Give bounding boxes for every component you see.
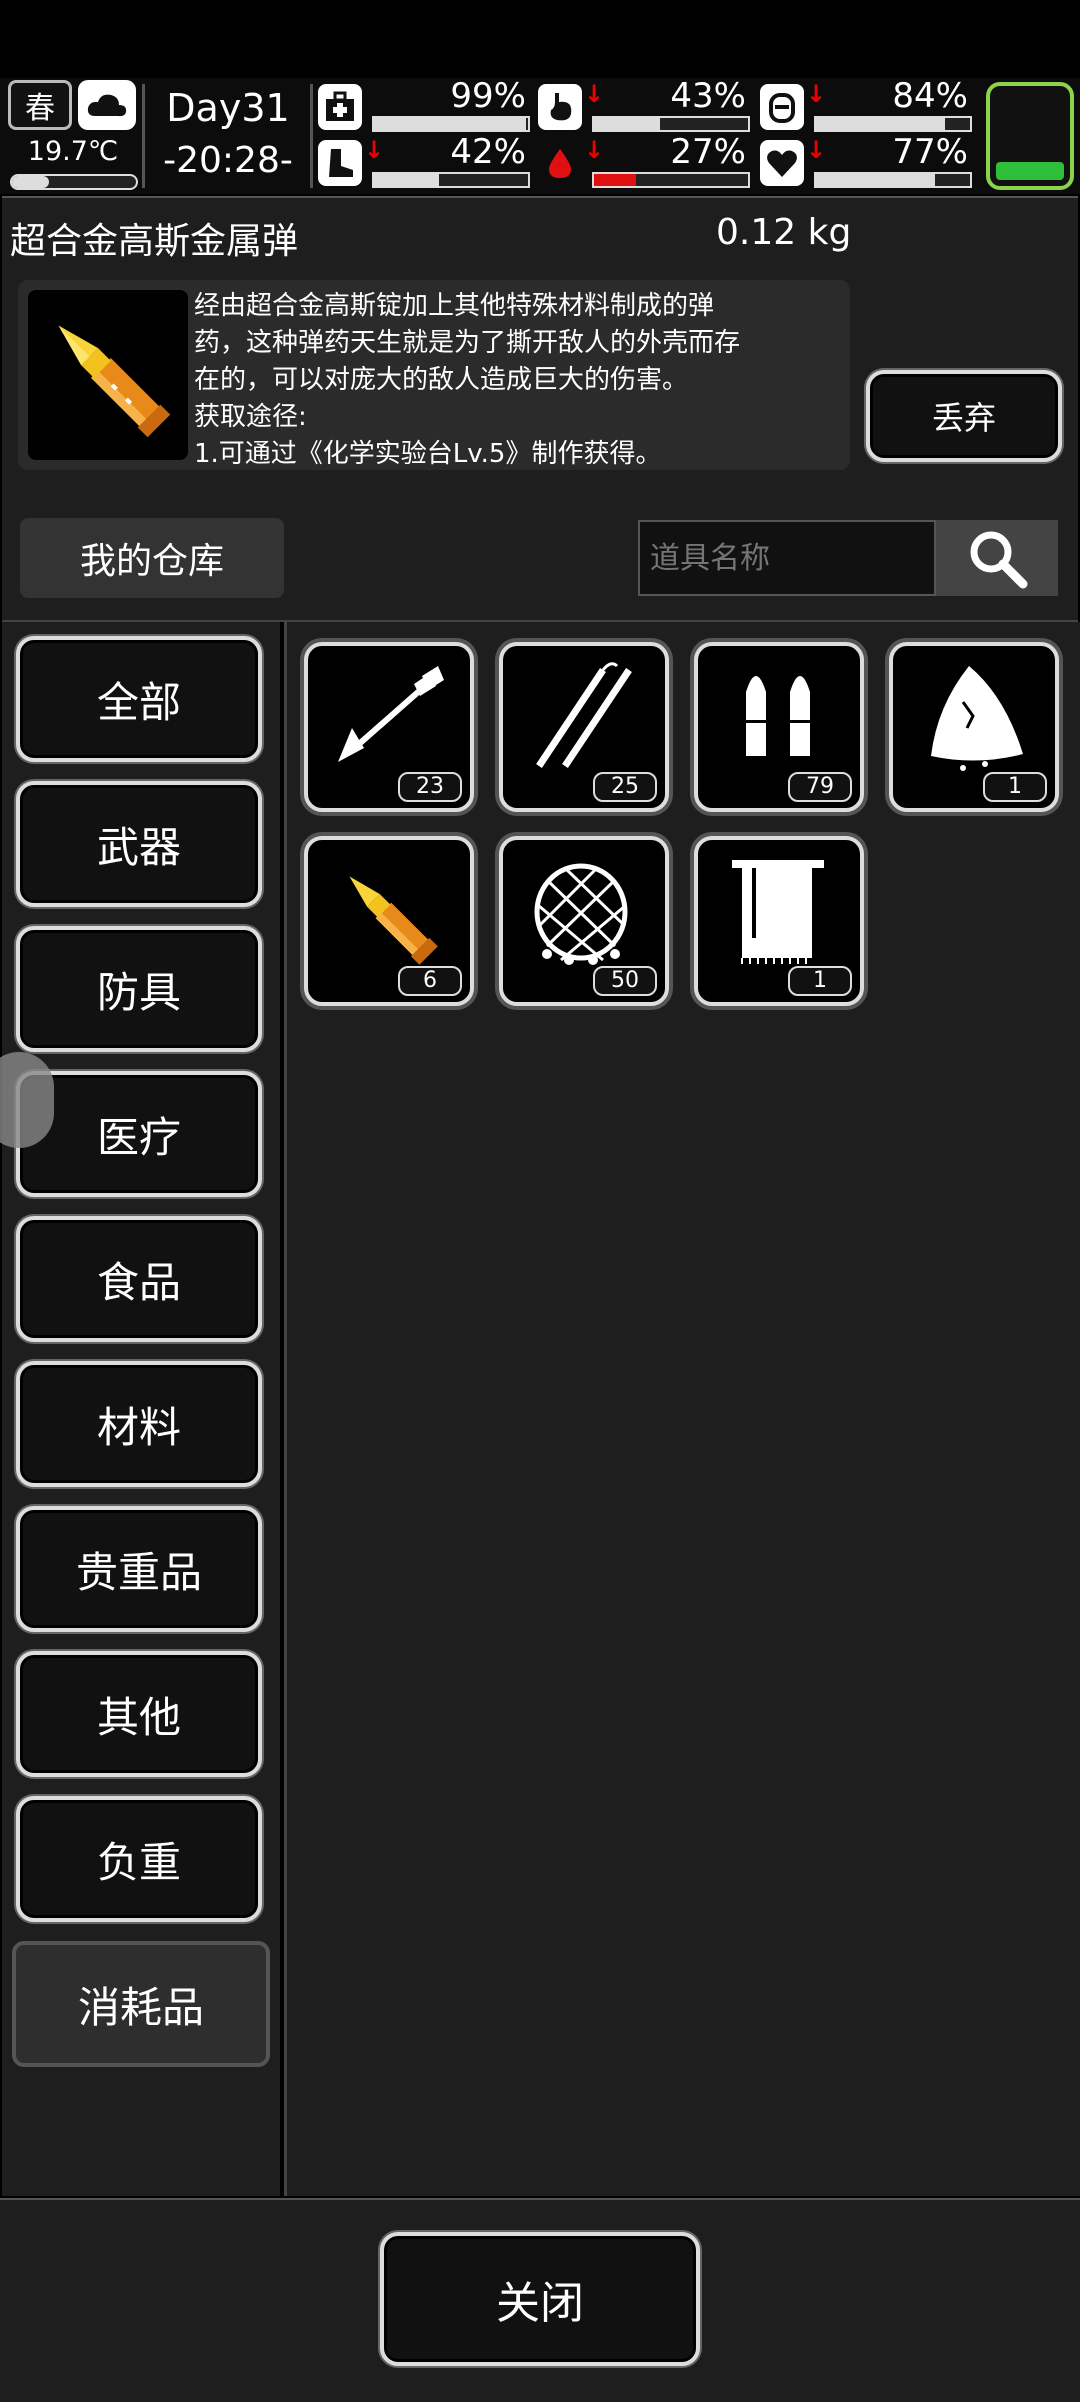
weather-cloud-icon xyxy=(78,80,136,130)
item-count: 25 xyxy=(593,772,657,802)
category-label: 武器 xyxy=(96,822,181,872)
stat-stamina: ↓ 42% xyxy=(318,132,534,190)
item-count: 1 xyxy=(788,966,852,996)
decrease-arrow-icon: ↓ xyxy=(584,80,605,108)
temperature-bar xyxy=(10,174,138,190)
temperature-label: 19.7℃ xyxy=(27,136,119,167)
stat-blood: ↓ 27% xyxy=(538,132,754,190)
category-label: 防具 xyxy=(96,967,181,1017)
close-button[interactable]: 关闭 xyxy=(380,2232,700,2366)
battery-indicator[interactable] xyxy=(986,82,1074,190)
decrease-arrow-icon: ↓ xyxy=(806,80,827,108)
close-label: 关闭 xyxy=(496,2278,584,2329)
stat-hunger: ↓ 43% xyxy=(538,76,754,134)
inventory-slot[interactable]: 79 xyxy=(694,642,864,812)
stat-health: 99% xyxy=(318,76,534,134)
heart-icon xyxy=(760,140,804,186)
stat-mood: ↓ 77% xyxy=(760,132,976,190)
stat-bar-fill xyxy=(594,118,661,130)
search-button[interactable] xyxy=(936,520,1058,596)
item-description: 经由超合金高斯锭加上其他特殊材料制成的弹 药，这种弹药天生就是为了撕开敌人的外壳… xyxy=(194,291,741,469)
stat-bar-fill xyxy=(374,174,439,186)
temperature-bar-fill xyxy=(12,176,50,188)
stat-value: 42% xyxy=(450,132,526,172)
category-tab[interactable]: 其他 xyxy=(16,1651,262,1777)
stat-bar-fill xyxy=(374,118,527,130)
category-tab[interactable]: 武器 xyxy=(16,781,262,907)
stat-bar xyxy=(814,172,972,188)
category-tab[interactable]: 材料 xyxy=(16,1361,262,1487)
decrease-arrow-icon: ↓ xyxy=(584,136,605,164)
category-label: 全部 xyxy=(96,677,181,727)
discard-button[interactable]: 丢弃 xyxy=(866,370,1062,462)
stat-water: ↓ 84% xyxy=(760,76,976,134)
item-count: 23 xyxy=(398,772,462,802)
stat-value: 43% xyxy=(670,76,746,116)
stat-value: 99% xyxy=(450,76,526,116)
stat-bar xyxy=(592,116,750,132)
category-tab[interactable]: 食品 xyxy=(16,1216,262,1342)
category-label: 贵重品 xyxy=(75,1547,202,1597)
medkit-icon xyxy=(318,84,362,130)
category-label: 负重 xyxy=(96,1837,181,1887)
item-count: 6 xyxy=(398,966,462,996)
decrease-arrow-icon: ↓ xyxy=(806,136,827,164)
category-tab[interactable]: 贵重品 xyxy=(16,1506,262,1632)
category-label: 其他 xyxy=(96,1692,181,1742)
inventory-slot[interactable]: 1 xyxy=(694,836,864,1006)
item-name: 超合金高斯金属弹 xyxy=(10,221,299,262)
divider xyxy=(310,84,313,188)
stat-bar-fill xyxy=(594,174,636,186)
floating-assist-button[interactable] xyxy=(0,1052,54,1148)
discard-label: 丢弃 xyxy=(931,399,996,437)
category-label: 医疗 xyxy=(96,1112,181,1162)
inventory-slot[interactable]: 23 xyxy=(304,642,474,812)
stat-value: 27% xyxy=(670,132,746,172)
item-count: 50 xyxy=(593,966,657,996)
stat-bar xyxy=(592,172,750,188)
stat-bar xyxy=(372,116,530,132)
inventory-slot[interactable]: 6 xyxy=(304,836,474,1006)
season-badge: 春 xyxy=(8,80,72,130)
stomach-icon xyxy=(538,84,582,130)
decrease-arrow-icon: ↓ xyxy=(364,136,385,164)
boot-icon xyxy=(318,140,362,186)
stat-bar xyxy=(814,116,972,132)
category-tab[interactable]: 全部 xyxy=(16,636,262,762)
category-label: 消耗品 xyxy=(77,1982,204,2032)
stat-value: 77% xyxy=(892,132,968,172)
inventory-slot[interactable]: 50 xyxy=(499,836,669,1006)
item-count: 79 xyxy=(788,772,852,802)
stat-bar-fill xyxy=(816,174,935,186)
search-input[interactable] xyxy=(638,520,936,596)
battery-fill xyxy=(996,161,1064,180)
season-label: 春 xyxy=(25,91,55,126)
warehouse-title: 我的仓库 xyxy=(20,518,284,598)
item-weight: 0.12 kg xyxy=(716,212,852,253)
item-count: 1 xyxy=(983,772,1047,802)
inventory-slot[interactable]: 25 xyxy=(499,642,669,812)
divider xyxy=(142,84,145,188)
canteen-icon xyxy=(760,84,804,130)
category-tab[interactable]: 防具 xyxy=(16,926,262,1052)
category-tab[interactable]: 消耗品 xyxy=(12,1941,270,2067)
stat-bar xyxy=(372,172,530,188)
category-label: 材料 xyxy=(96,1402,181,1452)
search-icon xyxy=(970,531,1028,589)
stat-value: 84% xyxy=(892,76,968,116)
inventory-slot[interactable]: 1 xyxy=(889,642,1059,812)
category-label: 食品 xyxy=(96,1257,181,1307)
blood-drop-icon xyxy=(538,140,582,186)
category-tab[interactable]: 负重 xyxy=(16,1796,262,1922)
day-label: Day31 xyxy=(166,86,290,130)
gauss-bullet-icon xyxy=(28,290,188,460)
stat-bar-fill xyxy=(816,118,946,130)
time-label: -20:28- xyxy=(163,140,293,181)
